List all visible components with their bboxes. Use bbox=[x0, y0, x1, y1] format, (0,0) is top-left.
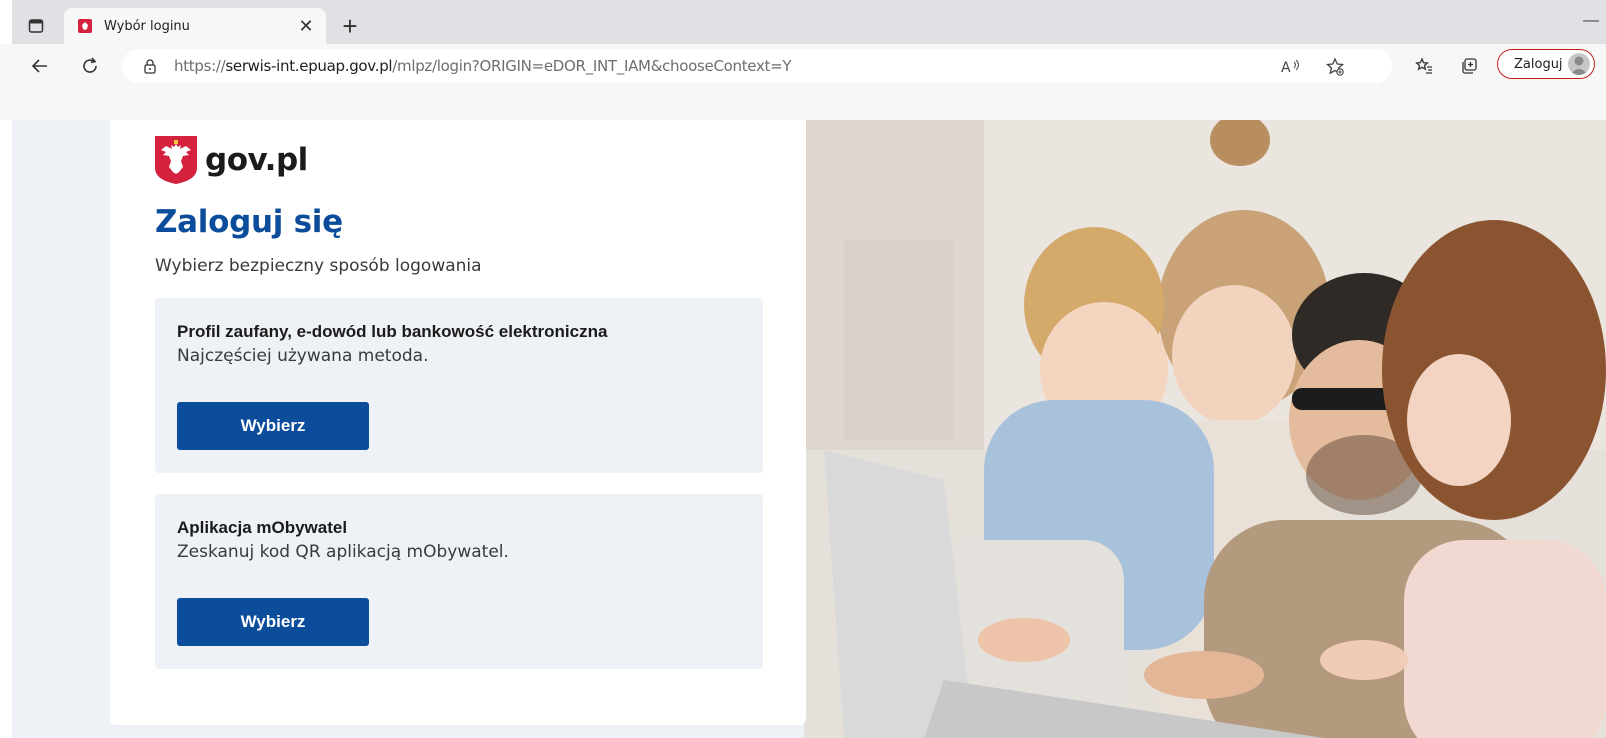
select-profile-zaufany-button[interactable]: Wybierz bbox=[177, 402, 369, 450]
login-page: gov.pl Zaloguj się Wybierz bezpieczny sp… bbox=[12, 120, 1606, 738]
hero-image bbox=[804, 120, 1606, 738]
browser-tab-active[interactable]: Wybór loginu ✕ bbox=[64, 8, 326, 44]
page-subtitle: Wybierz bezpieczny sposób logowania bbox=[155, 256, 482, 276]
minimize-icon[interactable]: — bbox=[1583, 12, 1599, 29]
back-arrow-icon[interactable] bbox=[24, 50, 56, 82]
eagle-emblem-icon bbox=[155, 136, 197, 184]
browser-toolbar: https://serwis-int.epuap.gov.pl/mlpz/log… bbox=[0, 44, 1606, 120]
profile-sign-in-button[interactable]: Zaloguj bbox=[1497, 49, 1595, 79]
lock-icon[interactable] bbox=[142, 58, 158, 74]
login-option-profile-zaufany: Profil zaufany, e-dowód lub bankowość el… bbox=[155, 298, 763, 473]
svg-text:A: A bbox=[1281, 60, 1291, 76]
browser-tab-bar: Wybór loginu ✕ + — bbox=[0, 0, 1606, 44]
read-aloud-icon[interactable]: A bbox=[1280, 56, 1302, 78]
avatar-icon bbox=[1568, 53, 1590, 75]
address-bar[interactable]: https://serwis-int.epuap.gov.pl/mlpz/log… bbox=[122, 49, 1392, 83]
favorite-add-icon[interactable] bbox=[1324, 56, 1346, 78]
option-description: Zeskanuj kod QR aplikacją mObywatel. bbox=[177, 542, 509, 562]
option-title: Aplikacja mObywatel bbox=[177, 518, 348, 537]
url-scheme: https:// bbox=[174, 57, 226, 75]
refresh-icon[interactable] bbox=[74, 50, 106, 82]
page-title: Zaloguj się bbox=[155, 204, 343, 240]
close-icon[interactable]: ✕ bbox=[294, 14, 318, 38]
profile-label: Zaloguj bbox=[1514, 56, 1563, 72]
window-edge bbox=[0, 0, 12, 44]
select-mobywatel-button[interactable]: Wybierz bbox=[177, 598, 369, 646]
url-host: serwis-int.epuap.gov.pl bbox=[225, 57, 393, 75]
login-card: gov.pl Zaloguj się Wybierz bezpieczny sp… bbox=[110, 120, 806, 725]
new-tab-icon[interactable]: + bbox=[336, 11, 364, 41]
option-description: Najczęściej używana metoda. bbox=[177, 346, 429, 366]
gov-favicon-icon bbox=[78, 19, 92, 33]
family-illustration bbox=[804, 120, 1606, 738]
collections-icon[interactable] bbox=[1453, 50, 1485, 82]
logo-text: gov.pl bbox=[205, 142, 308, 178]
tab-actions-icon[interactable] bbox=[22, 12, 50, 40]
url-path: /mlpz/login?ORIGIN=eDOR_INT_IAM&chooseCo… bbox=[392, 57, 792, 75]
option-title: Profil zaufany, e-dowód lub bankowość el… bbox=[177, 322, 608, 341]
gov-logo[interactable]: gov.pl bbox=[155, 136, 308, 184]
favorites-icon[interactable] bbox=[1408, 50, 1440, 82]
tab-title: Wybór loginu bbox=[104, 18, 190, 34]
url-text[interactable]: https://serwis-int.epuap.gov.pl/mlpz/log… bbox=[174, 57, 792, 75]
login-option-mobywatel: Aplikacja mObywatel Zeskanuj kod QR apli… bbox=[155, 494, 763, 669]
